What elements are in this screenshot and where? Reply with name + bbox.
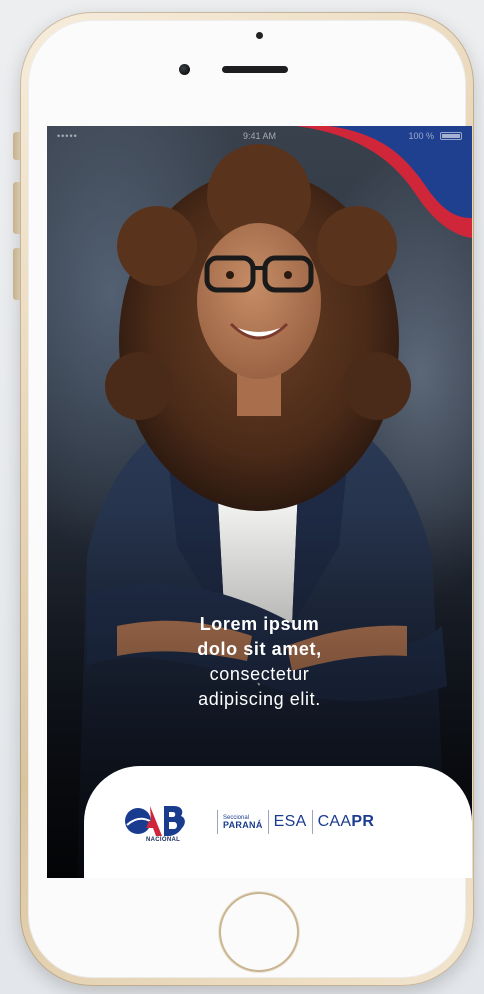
earpiece-speaker-icon [222, 66, 288, 73]
caapr-prefix: CAA [317, 813, 352, 830]
phone-screen: ••••• 9:41 AM 100 % Lorem ipsum dolo sit… [47, 126, 472, 878]
oab-nacional-label: NACIONAL [146, 837, 181, 843]
partner-logos: NACIONAL Seccional PARANÁ ESA CAAPR [124, 803, 375, 843]
seccional-parana-logo: Seccional PARANÁ [223, 815, 263, 830]
logo-divider [217, 810, 218, 834]
headline-line-3: consectetur [209, 664, 310, 684]
logo-divider [267, 810, 269, 834]
battery-icon [440, 132, 462, 140]
logo-divider [311, 810, 313, 834]
proximity-sensor-icon [256, 32, 263, 39]
headline-line-1: Lorem ipsum [199, 614, 320, 634]
caapr-suffix: PR [351, 813, 375, 830]
headline-line-4: adipiscing elit. [198, 689, 321, 709]
brand-footer-card: NACIONAL Seccional PARANÁ ESA CAAPR [84, 766, 472, 878]
oab-logo: NACIONAL [124, 803, 212, 843]
status-bar: ••••• 9:41 AM 100 % [47, 126, 472, 146]
headline-line-2: dolo sit amet, [197, 639, 322, 659]
esa-logo: ESA [273, 813, 307, 830]
front-camera-icon [179, 64, 190, 75]
home-button-icon[interactable] [219, 892, 299, 972]
caapr-logo: CAAPR [318, 813, 375, 831]
mockup-stage: ••••• 9:41 AM 100 % Lorem ipsum dolo sit… [0, 0, 484, 994]
battery-percentage: 100 % [408, 131, 434, 141]
parana-label: PARANÁ [223, 819, 263, 830]
hero-headline: Lorem ipsum dolo sit amet, consectetur a… [47, 612, 472, 712]
oab-emblem-icon [125, 806, 185, 836]
